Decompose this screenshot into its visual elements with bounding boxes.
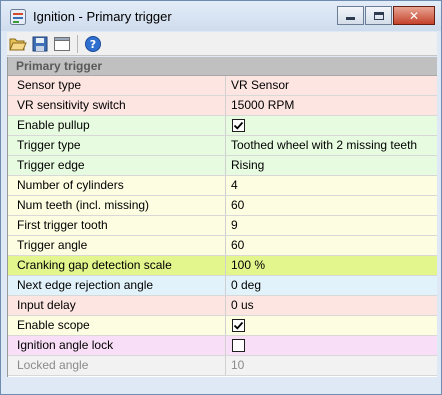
minimize-icon bbox=[346, 17, 355, 20]
property-value: 10 bbox=[231, 358, 245, 372]
close-icon: ✕ bbox=[408, 8, 420, 23]
save-icon bbox=[32, 36, 48, 51]
property-value bbox=[226, 116, 437, 135]
checkbox-checked[interactable] bbox=[232, 119, 245, 132]
property-name: Trigger type bbox=[8, 136, 226, 155]
property-value[interactable]: Toothed wheel with 2 missing teeth bbox=[226, 136, 437, 155]
property-row[interactable]: Trigger angle 60 bbox=[8, 236, 437, 256]
title-bar[interactable]: Ignition - Primary trigger ✕ bbox=[1, 1, 441, 31]
property-value bbox=[226, 316, 437, 335]
help-icon: ? bbox=[85, 35, 101, 52]
svg-text:?: ? bbox=[90, 38, 96, 51]
checkbox-unchecked[interactable] bbox=[232, 339, 245, 352]
property-row[interactable]: Input delay 0 us bbox=[8, 296, 437, 316]
property-name: Trigger angle bbox=[8, 236, 226, 255]
property-value[interactable]: 4 bbox=[226, 176, 437, 195]
maximize-button[interactable] bbox=[365, 6, 392, 25]
ignition-window: Ignition - Primary trigger ✕ ? Primary t… bbox=[0, 0, 442, 395]
property-value[interactable]: 60 bbox=[226, 236, 437, 255]
property-value[interactable]: 0 deg bbox=[226, 276, 437, 295]
property-value bbox=[226, 336, 437, 355]
group-header-primary-trigger[interactable]: Primary trigger bbox=[8, 57, 437, 76]
checkbox-checked[interactable] bbox=[232, 319, 245, 332]
window-title: Ignition - Primary trigger bbox=[33, 9, 172, 24]
window-icon bbox=[54, 36, 70, 51]
property-value[interactable]: VR Sensor bbox=[226, 76, 437, 95]
property-value[interactable]: 100 % bbox=[226, 256, 437, 275]
close-button[interactable]: ✕ bbox=[393, 6, 435, 25]
toolbar-separator bbox=[77, 34, 78, 53]
property-grid: Primary trigger Sensor type VR Sensor VR s… bbox=[7, 57, 437, 377]
maximize-icon bbox=[373, 11, 384, 20]
property-value[interactable]: 9 bbox=[226, 216, 437, 235]
help-button[interactable]: ? bbox=[82, 33, 104, 55]
property-row[interactable]: Trigger edge Rising bbox=[8, 156, 437, 176]
window-button[interactable] bbox=[51, 33, 73, 55]
property-name: Input delay bbox=[8, 296, 226, 315]
app-icon bbox=[10, 9, 26, 25]
property-value[interactable]: Rising bbox=[226, 156, 437, 175]
property-rows: Sensor type VR Sensor VR sensitivity switc… bbox=[8, 76, 437, 376]
save-button[interactable] bbox=[29, 33, 51, 55]
property-row[interactable]: First trigger tooth 9 bbox=[8, 216, 437, 236]
property-name: Enable pullup bbox=[8, 116, 226, 135]
checkmark-icon bbox=[233, 321, 244, 330]
property-row[interactable]: Sensor type VR Sensor bbox=[8, 76, 437, 96]
property-value[interactable]: 15000 RPM bbox=[226, 96, 437, 115]
minimize-button[interactable] bbox=[337, 6, 364, 25]
property-row[interactable]: Enable pullup bbox=[8, 116, 437, 136]
property-row[interactable]: Cranking gap detection scale 100 % bbox=[8, 256, 437, 276]
property-row[interactable]: Next edge rejection angle 0 deg bbox=[8, 276, 437, 296]
property-name: Number of cylinders bbox=[8, 176, 226, 195]
property-name: Sensor type bbox=[8, 76, 226, 95]
property-name: Trigger edge bbox=[8, 156, 226, 175]
property-row[interactable]: VR sensitivity switch 15000 RPM bbox=[8, 96, 437, 116]
caption-buttons: ✕ bbox=[337, 6, 435, 25]
property-row[interactable]: Trigger type Toothed wheel with 2 missing… bbox=[8, 136, 437, 156]
property-value[interactable]: 0 us bbox=[226, 296, 437, 315]
property-name: Ignition angle lock bbox=[8, 336, 226, 355]
property-row[interactable]: Ignition angle lock bbox=[8, 336, 437, 356]
checkmark-icon bbox=[233, 121, 244, 130]
property-row[interactable]: Locked angle 10 bbox=[8, 356, 437, 376]
window-bottom-edge bbox=[1, 377, 441, 394]
property-value[interactable]: 60 bbox=[226, 196, 437, 215]
property-name: First trigger tooth bbox=[8, 216, 226, 235]
toolbar: ? bbox=[7, 32, 437, 56]
property-name: Enable scope bbox=[8, 316, 226, 335]
property-name: Next edge rejection angle bbox=[8, 276, 226, 295]
property-name: Num teeth (incl. missing) bbox=[8, 196, 226, 215]
property-row[interactable]: Number of cylinders 4 bbox=[8, 176, 437, 196]
open-button[interactable] bbox=[7, 33, 29, 55]
property-name: Cranking gap detection scale bbox=[8, 256, 226, 275]
property-name: Locked angle bbox=[8, 356, 226, 375]
property-row[interactable]: Num teeth (incl. missing) 60 bbox=[8, 196, 437, 216]
property-name: VR sensitivity switch bbox=[8, 96, 226, 115]
property-row[interactable]: Enable scope bbox=[8, 316, 437, 336]
open-folder-icon bbox=[9, 38, 27, 50]
